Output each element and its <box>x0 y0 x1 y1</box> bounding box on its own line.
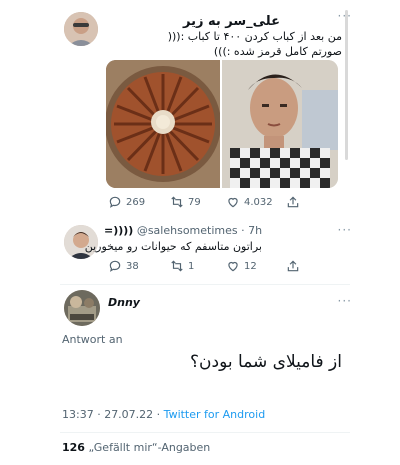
tweet1-text-line2: صورتم کامل قرمز شده :))) <box>213 45 342 58</box>
tweet1-reply-count: 269 <box>126 196 146 208</box>
tweet1-text-line1: من بعد از کباب کردن ۴۰۰ تا کباب :((( <box>167 30 342 43</box>
tweet3-likes-label: „Gefällt mir“-Angaben <box>88 441 211 454</box>
reply-icon <box>109 260 121 272</box>
tweet1-image-kebab[interactable] <box>106 60 220 188</box>
tweet2-reply-count: 38 <box>126 260 139 272</box>
tweet3-author-name[interactable]: Dnny <box>108 296 140 309</box>
tweet2-retweet-count: 1 <box>188 260 195 272</box>
selfie-image <box>222 60 338 188</box>
tweet3-likes-count: 126 <box>62 441 85 454</box>
tweet1-share-button[interactable] <box>286 195 300 209</box>
avatar-image <box>64 12 98 46</box>
tweet2-like-button[interactable]: 12 <box>226 259 257 273</box>
avatar-image <box>64 290 100 326</box>
avatar-dnny[interactable] <box>64 290 100 326</box>
retweet-icon <box>171 196 183 208</box>
tweet1-like-count: 4.032 <box>244 196 273 208</box>
tweet3-text: از فامیلای شما بودن؟ <box>190 352 342 372</box>
tweet3-likes-row[interactable]: 126 „Gefällt mir“-Angaben <box>62 441 210 454</box>
divider <box>60 432 350 433</box>
tweet3-reply-to-label: Antwort an <box>62 333 123 346</box>
tweet2-like-count: 12 <box>244 260 257 272</box>
tweet2-retweet-button[interactable]: 1 <box>170 259 194 273</box>
tweet2-text: براتون متاسفم که حیوانات رو میخورین <box>84 240 262 253</box>
tweet2-author-name[interactable]: =)))) <box>104 224 133 237</box>
tweet2-handle-time[interactable]: @salehsometimes · 7h <box>137 224 262 237</box>
divider <box>60 284 350 285</box>
tweet2-reply-button[interactable]: 38 <box>108 259 139 273</box>
tweet1-reply-button[interactable]: 269 <box>108 195 145 209</box>
tweet1-image-selfie[interactable] <box>222 60 338 188</box>
retweet-icon <box>171 260 183 272</box>
heart-icon <box>228 197 238 208</box>
share-icon <box>287 260 299 272</box>
tweet3-meta: 13:37 · 27.07.22 · Twitter for Android <box>62 408 265 421</box>
share-icon <box>287 196 299 208</box>
tweet1-author-name[interactable]: علی_سر به زیر <box>183 14 280 29</box>
tweet3-more-button[interactable]: ··· <box>338 294 352 308</box>
tweet3-timestamp[interactable]: 13:37 · 27.07.22 · <box>62 408 160 421</box>
tweet2-more-button[interactable]: ··· <box>338 223 352 237</box>
tweet1-actions: 269 79 4.032 <box>108 194 308 210</box>
tweet3-source-link[interactable]: Twitter for Android <box>164 408 266 421</box>
scrollbar[interactable] <box>345 10 348 160</box>
heart-icon <box>228 261 238 272</box>
tweet1-like-button[interactable]: 4.032 <box>226 195 273 209</box>
kebab-platter-image <box>106 60 220 188</box>
tweet1-retweet-button[interactable]: 79 <box>170 195 201 209</box>
tweet2-share-button[interactable] <box>286 259 300 273</box>
tweet2-actions: 38 1 12 <box>108 258 308 274</box>
avatar-ali[interactable] <box>64 12 98 46</box>
reply-icon <box>109 196 121 208</box>
tweet2-header: =)))) @salehsometimes · 7h <box>104 224 262 237</box>
tweet1-retweet-count: 79 <box>188 196 201 208</box>
